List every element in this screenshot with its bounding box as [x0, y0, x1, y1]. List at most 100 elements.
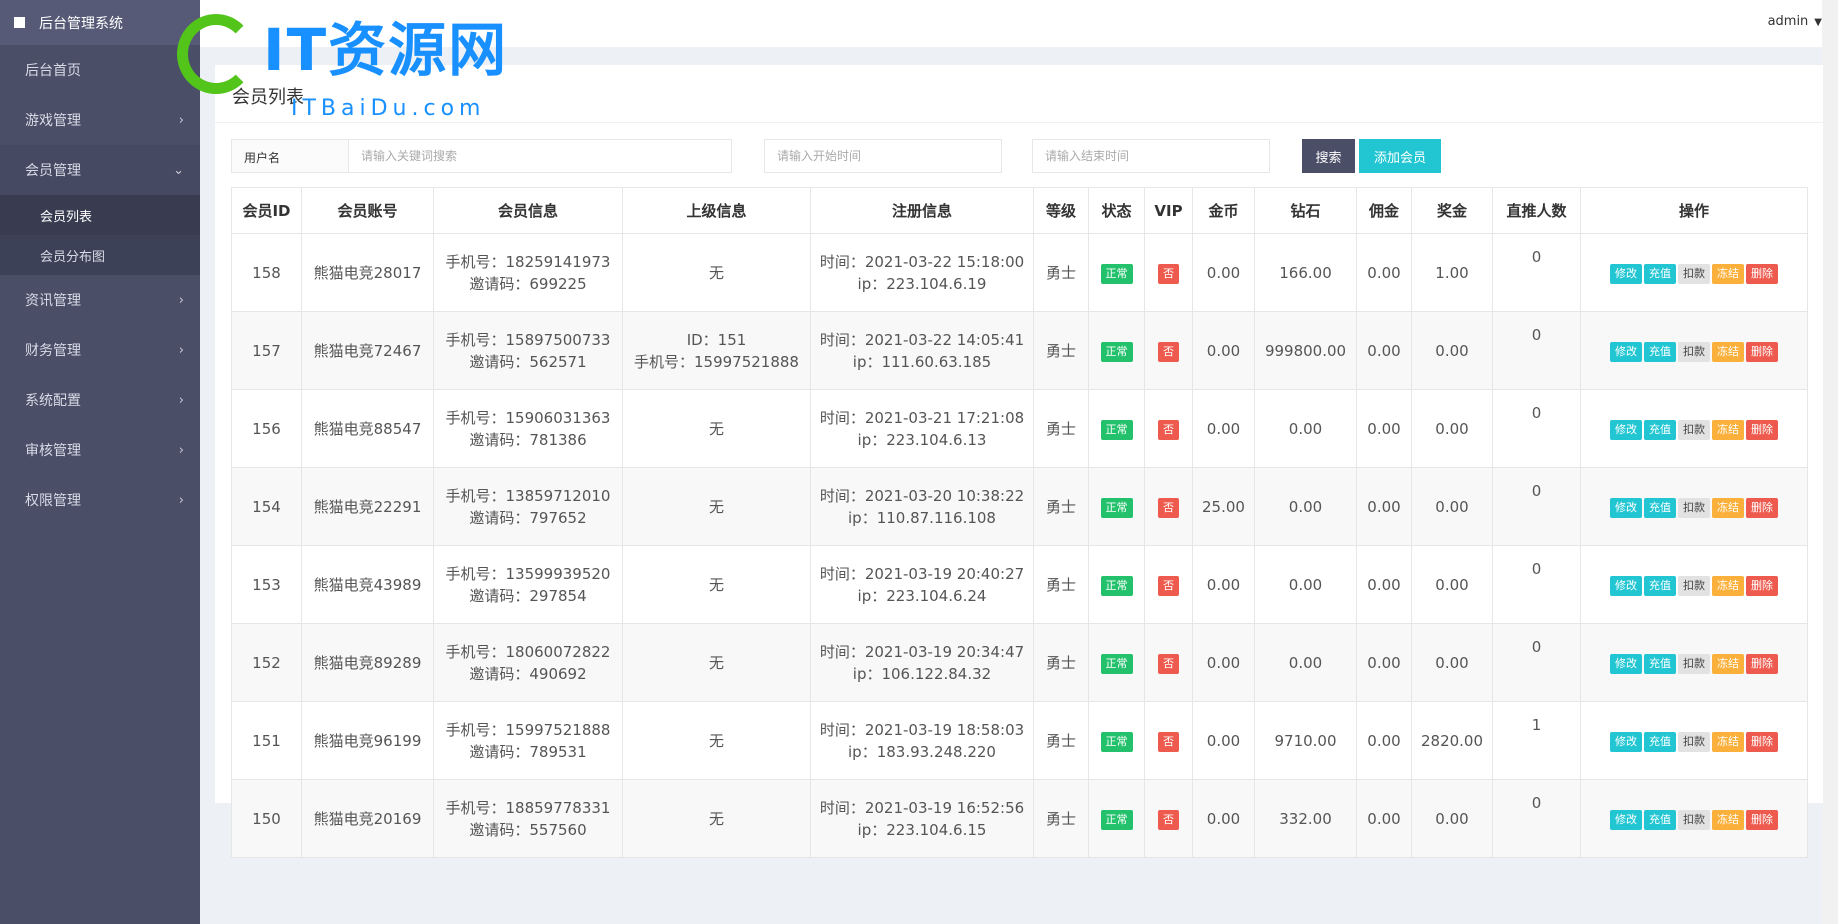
- table-cell: 无: [622, 545, 811, 624]
- table-cell: 否: [1144, 545, 1193, 624]
- scrollbar-track[interactable]: [1822, 0, 1838, 924]
- sidebar-item-permissions[interactable]: 权限管理 ›: [0, 475, 200, 525]
- deduct-button[interactable]: 扣款: [1678, 810, 1710, 830]
- delete-button[interactable]: 删除: [1746, 654, 1778, 674]
- table-cell: 0.00: [1192, 389, 1255, 468]
- status-badge: 正常: [1100, 810, 1133, 830]
- table-cell: 0.00: [1192, 701, 1255, 780]
- table-cell: 正常: [1088, 779, 1145, 858]
- freeze-button[interactable]: 冻结: [1712, 654, 1744, 674]
- sidebar-item-finance[interactable]: 财务管理 ›: [0, 325, 200, 375]
- sidebar-subitem-member-distribution[interactable]: 会员分布图: [0, 235, 200, 275]
- member-invite: 邀请码：562571: [469, 352, 587, 371]
- table-cell: 正常: [1088, 545, 1145, 624]
- freeze-button[interactable]: 冻结: [1712, 576, 1744, 596]
- member-phone: 手机号：15897500733: [445, 330, 611, 349]
- sidebar-item-config[interactable]: 系统配置 ›: [0, 375, 200, 425]
- column-header: 操作: [1580, 187, 1808, 234]
- deduct-button[interactable]: 扣款: [1678, 732, 1710, 752]
- deduct-button[interactable]: 扣款: [1678, 420, 1710, 440]
- column-header: 奖金: [1411, 187, 1493, 234]
- recharge-button[interactable]: 充值: [1644, 498, 1676, 518]
- sidebar-item-label: 后台首页: [25, 63, 81, 79]
- delete-button[interactable]: 删除: [1746, 498, 1778, 518]
- deduct-button[interactable]: 扣款: [1678, 264, 1710, 284]
- search-button[interactable]: 搜索: [1302, 139, 1355, 173]
- status-badge: 正常: [1100, 576, 1133, 596]
- member-account: 熊猫电竞72467: [313, 341, 422, 360]
- diamond-value: 0.00: [1288, 497, 1323, 516]
- recharge-button[interactable]: 充值: [1644, 576, 1676, 596]
- recharge-button[interactable]: 充值: [1644, 732, 1676, 752]
- sidebar-item-games[interactable]: 游戏管理 ›: [0, 95, 200, 145]
- brand[interactable]: 后台管理系统: [0, 0, 200, 45]
- table-cell: 无: [622, 701, 811, 780]
- diamond-value: 0.00: [1288, 575, 1323, 594]
- deduct-button[interactable]: 扣款: [1678, 576, 1710, 596]
- delete-button[interactable]: 删除: [1746, 420, 1778, 440]
- edit-button[interactable]: 修改: [1610, 576, 1642, 596]
- delete-button[interactable]: 删除: [1746, 264, 1778, 284]
- freeze-button[interactable]: 冻结: [1712, 498, 1744, 518]
- add-member-button[interactable]: 添加会员: [1359, 139, 1441, 173]
- edit-button[interactable]: 修改: [1610, 264, 1642, 284]
- member-level: 勇士: [1045, 575, 1076, 594]
- freeze-button[interactable]: 冻结: [1712, 342, 1744, 362]
- table-cell: 0.00: [1411, 779, 1493, 858]
- edit-button[interactable]: 修改: [1610, 342, 1642, 362]
- sidebar-item-members[interactable]: 会员管理 ⌄: [0, 145, 200, 195]
- keyword-input[interactable]: [348, 139, 732, 173]
- deduct-button[interactable]: 扣款: [1678, 654, 1710, 674]
- deduct-button[interactable]: 扣款: [1678, 498, 1710, 518]
- edit-button[interactable]: 修改: [1610, 810, 1642, 830]
- freeze-button[interactable]: 冻结: [1712, 264, 1744, 284]
- edit-button[interactable]: 修改: [1610, 654, 1642, 674]
- gold-value: 0.00: [1206, 341, 1241, 360]
- bonus-value: 2820.00: [1420, 731, 1484, 750]
- delete-button[interactable]: 删除: [1746, 810, 1778, 830]
- commission-value: 0.00: [1367, 653, 1401, 672]
- bonus-value: 0.00: [1435, 497, 1469, 516]
- table-cell: 手机号：18859778331 邀请码：557560: [433, 779, 623, 858]
- member-account: 熊猫电竞22291: [313, 497, 422, 516]
- start-time-input[interactable]: [764, 139, 1002, 173]
- delete-button[interactable]: 删除: [1746, 342, 1778, 362]
- menu-square-icon: [14, 17, 25, 28]
- table-cell: 时间：2021-03-22 14:05:41 ip：111.60.63.185: [810, 311, 1034, 390]
- table-cell: 0.00: [1411, 389, 1493, 468]
- recharge-button[interactable]: 充值: [1644, 654, 1676, 674]
- table-cell: 9710.00: [1254, 701, 1357, 780]
- table-body: 158 熊猫电竞28017 手机号：18259141973 邀请码：699225 无时间…: [231, 233, 1808, 858]
- table-cell: 勇士: [1033, 779, 1089, 858]
- table-row: 150 熊猫电竞20169 手机号：18859778331 邀请码：557560 无 时间…: [231, 779, 1808, 858]
- edit-button[interactable]: 修改: [1610, 498, 1642, 518]
- sidebar-item-news[interactable]: 资讯管理 ›: [0, 275, 200, 325]
- chevron-right-icon: ›: [178, 292, 184, 308]
- column-header: 等级: [1033, 187, 1089, 234]
- recharge-button[interactable]: 充值: [1644, 810, 1676, 830]
- recharge-button[interactable]: 充值: [1644, 342, 1676, 362]
- sidebar-subitem-member-list[interactable]: 会员列表: [0, 195, 200, 235]
- edit-button[interactable]: 修改: [1610, 732, 1642, 752]
- table-cell: 手机号：18259141973 邀请码：699225: [433, 233, 623, 312]
- freeze-button[interactable]: 冻结: [1712, 810, 1744, 830]
- edit-button[interactable]: 修改: [1610, 420, 1642, 440]
- delete-button[interactable]: 删除: [1746, 732, 1778, 752]
- table-cell: 0: [1492, 545, 1581, 624]
- member-level: 勇士: [1045, 341, 1076, 360]
- recharge-button[interactable]: 充值: [1644, 420, 1676, 440]
- deduct-button[interactable]: 扣款: [1678, 342, 1710, 362]
- direct-count: 0: [1531, 794, 1542, 812]
- member-level: 勇士: [1045, 809, 1076, 828]
- diamond-value: 0.00: [1288, 419, 1323, 438]
- gold-value: 0.00: [1206, 809, 1241, 828]
- delete-button[interactable]: 删除: [1746, 576, 1778, 596]
- freeze-button[interactable]: 冻结: [1712, 732, 1744, 752]
- freeze-button[interactable]: 冻结: [1712, 420, 1744, 440]
- sidebar-item-audit[interactable]: 审核管理 ›: [0, 425, 200, 475]
- table-cell: 0.00: [1192, 311, 1255, 390]
- recharge-button[interactable]: 充值: [1644, 264, 1676, 284]
- end-time-input[interactable]: [1032, 139, 1270, 173]
- sidebar-item-home[interactable]: 后台首页: [0, 45, 200, 95]
- user-menu[interactable]: admin ▼: [1768, 14, 1822, 29]
